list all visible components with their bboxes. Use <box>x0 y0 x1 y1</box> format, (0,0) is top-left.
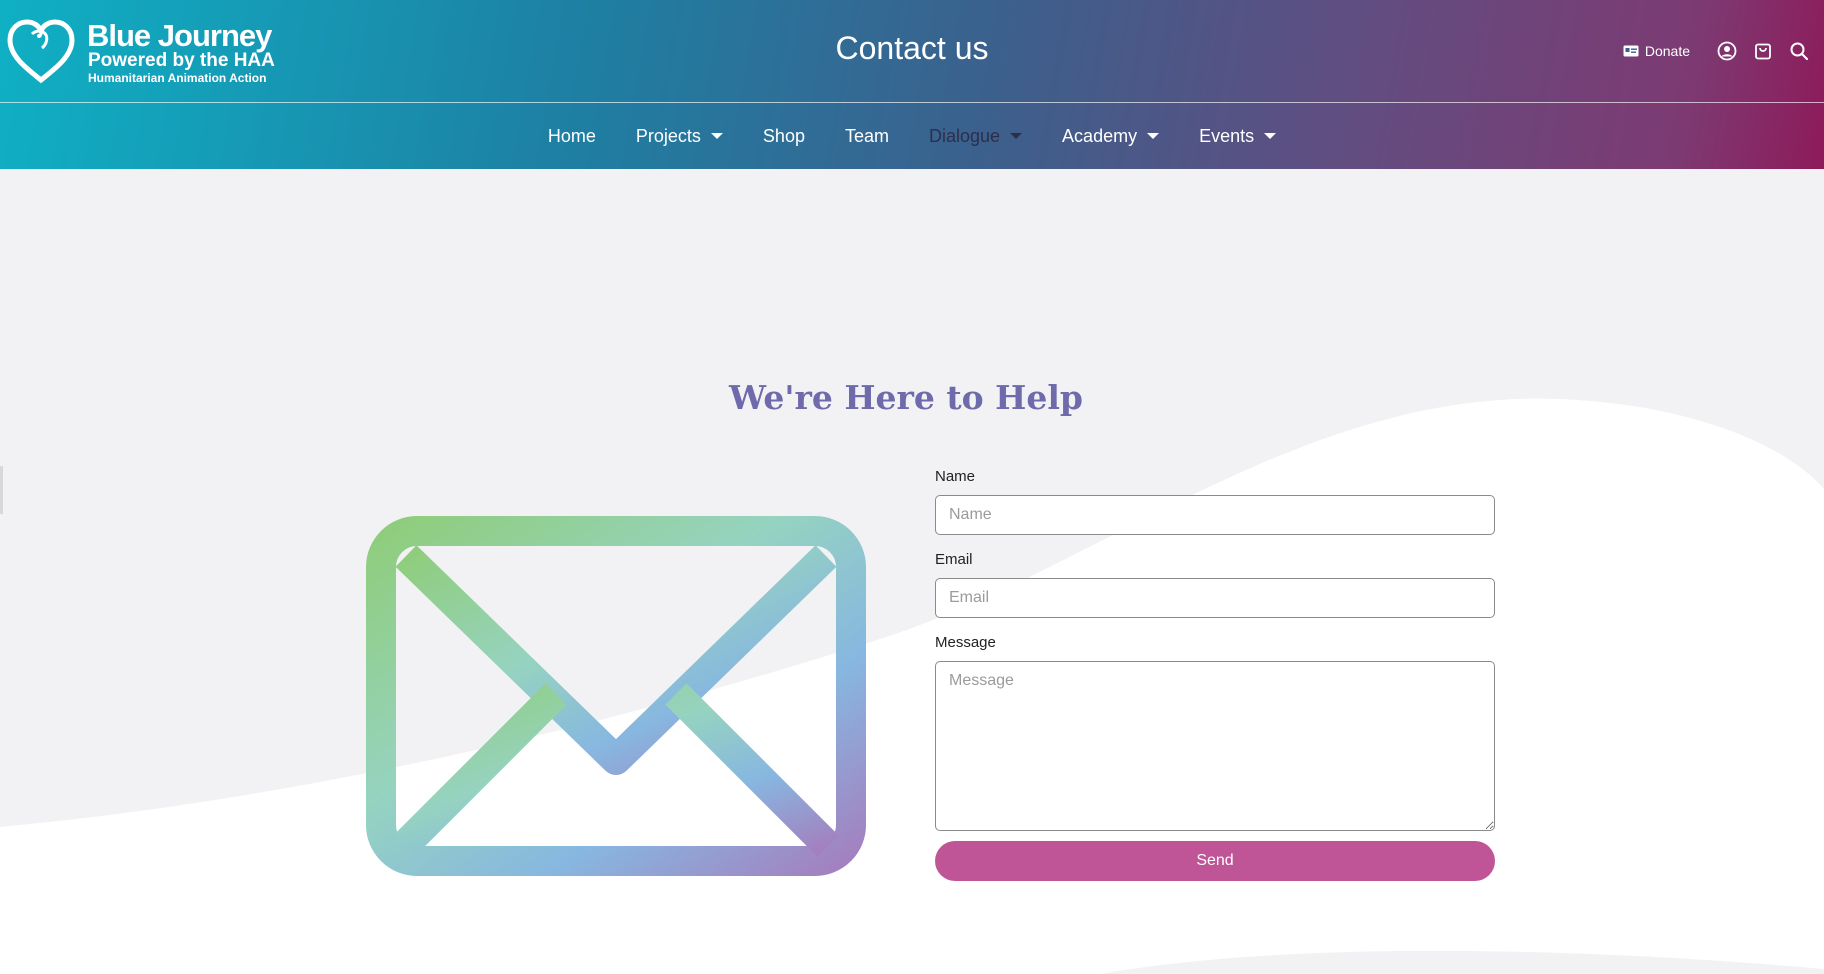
user-account-icon[interactable] <box>1716 40 1738 62</box>
nav-label: Academy <box>1062 125 1138 146</box>
search-icon[interactable] <box>1788 40 1810 62</box>
shopping-bag-icon[interactable] <box>1752 40 1774 62</box>
name-label: Name <box>935 468 976 485</box>
contact-form: Name Email Message Send <box>935 468 1495 881</box>
donate-link[interactable]: Donate <box>1623 43 1690 59</box>
email-field[interactable] <box>935 578 1495 618</box>
utility-bar: Donate <box>1623 40 1810 62</box>
send-button[interactable]: Send <box>935 841 1495 881</box>
chevron-down-icon <box>710 133 723 139</box>
nav-item-shop[interactable]: Shop <box>743 126 825 147</box>
chevron-down-icon <box>1010 133 1023 139</box>
nav-label: Shop <box>762 125 805 146</box>
section-title: We're Here to Help <box>729 378 1083 417</box>
nav-label: Projects <box>635 125 701 146</box>
donate-label: Donate <box>1644 43 1690 59</box>
background-wave <box>0 398 1824 974</box>
message-field[interactable] <box>935 661 1495 831</box>
brand-subtagline: Humanitarian Animation Action <box>88 71 267 85</box>
nav-item-dialogue[interactable]: Dialogue <box>909 126 1042 147</box>
nav-label: Dialogue <box>928 125 1001 146</box>
chevron-down-icon <box>1264 133 1277 139</box>
nav-item-projects[interactable]: Projects <box>616 126 743 147</box>
nav-item-team[interactable]: Team <box>825 126 909 147</box>
site-header: Blue Journey Powered by the HAA Humanita… <box>0 0 1824 169</box>
donate-card-icon <box>1623 45 1639 57</box>
chevron-down-icon <box>1147 133 1160 139</box>
email-label: Email <box>935 551 973 568</box>
nav-label: Events <box>1199 125 1255 146</box>
nav-item-events[interactable]: Events <box>1179 126 1296 147</box>
nav-label: Team <box>844 125 889 146</box>
message-label: Message <box>935 634 996 651</box>
main-nav: Home Projects Shop Team Dialogue Academy… <box>0 103 1824 169</box>
nav-item-home[interactable]: Home <box>528 126 616 147</box>
page-title: Contact us <box>835 30 989 66</box>
name-field[interactable] <box>935 495 1495 535</box>
side-feedback-tab[interactable] <box>0 466 3 514</box>
nav-item-academy[interactable]: Academy <box>1042 126 1179 147</box>
nav-label: Home <box>547 125 596 146</box>
envelope-icon <box>366 516 866 876</box>
